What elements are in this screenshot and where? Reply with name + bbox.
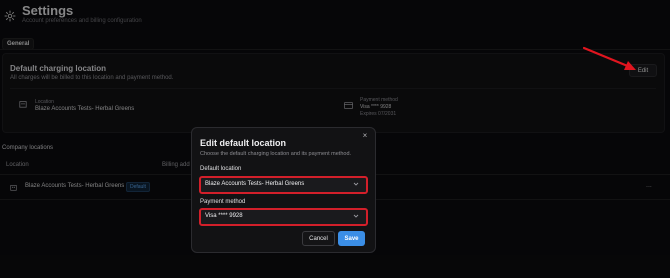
default-location-value: Blaze Accounts Tests- Herbal Greens <box>205 181 305 187</box>
chevron-down-icon <box>353 214 359 218</box>
payment-method-label: Payment method <box>200 199 246 205</box>
dialog-title: Edit default location <box>200 138 287 148</box>
cancel-button[interactable]: Cancel <box>302 231 335 246</box>
annotation-arrow-icon <box>582 46 636 70</box>
payment-method-value: Visa **** 9928 <box>205 213 243 219</box>
chevron-down-icon <box>353 182 359 186</box>
close-icon[interactable]: × <box>360 130 370 140</box>
default-location-label: Default location <box>200 166 242 172</box>
save-button[interactable]: Save <box>338 231 365 246</box>
dialog-description: Choose the default charging location and… <box>200 151 352 157</box>
